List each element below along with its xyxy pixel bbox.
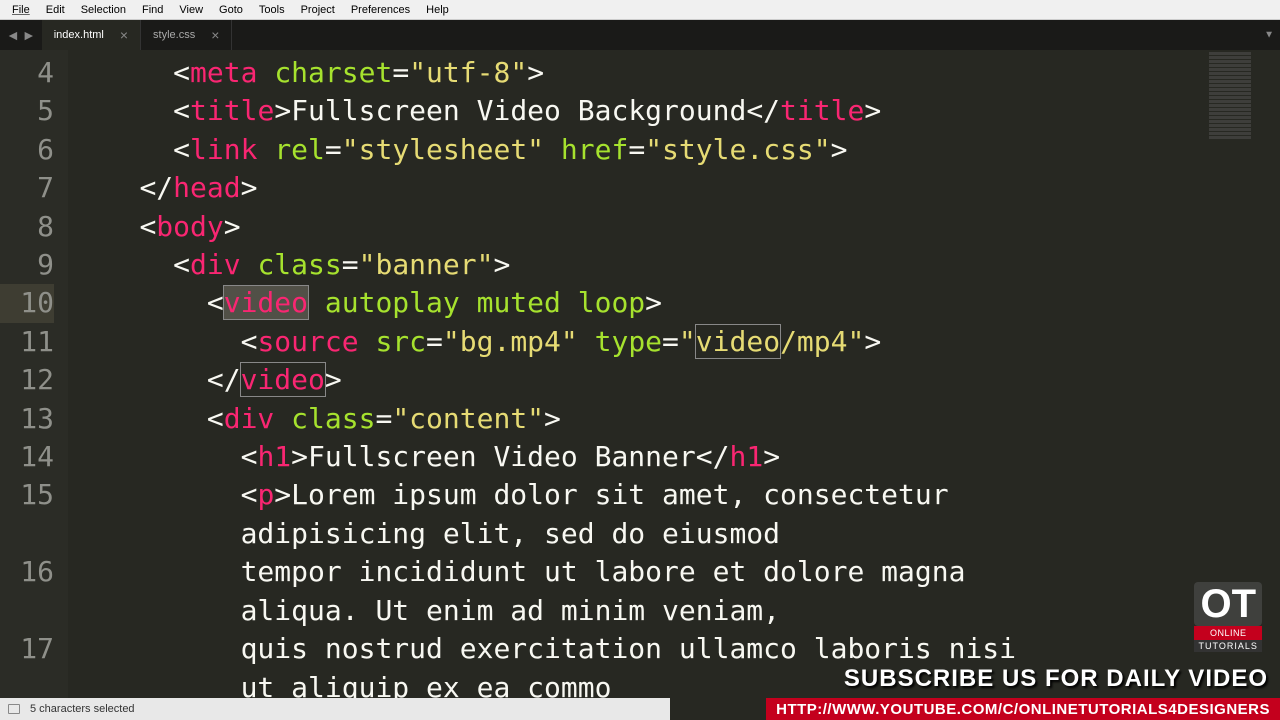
menu-project[interactable]: Project [293, 2, 343, 18]
line-number: 11 [0, 323, 54, 361]
menu-find[interactable]: Find [134, 2, 171, 18]
menu-preferences[interactable]: Preferences [343, 2, 418, 18]
line-number: 12 [0, 361, 54, 399]
code-line: tempor incididunt ut labore et dolore ma… [72, 553, 1280, 591]
line-number: 13 [0, 400, 54, 438]
code-line: <title>Fullscreen Video Background</titl… [72, 92, 1280, 130]
close-icon[interactable]: × [211, 27, 219, 43]
editor-area: 456789101112131415 16 17 <meta charset="ut… [0, 50, 1280, 700]
code-line: <h1>Fullscreen Video Banner</h1> [72, 438, 1280, 476]
tab-label: style.css [153, 29, 195, 41]
status-bar: 5 characters selected [0, 698, 670, 720]
code-content[interactable]: <meta charset="utf-8"> <title>Fullscreen… [68, 50, 1280, 700]
tab-nav-next-icon[interactable]: ► [22, 27, 36, 43]
tab-bar: ◄ ► index.html × style.css × ▼ [0, 20, 1280, 50]
line-number [0, 591, 54, 629]
menu-file[interactable]: File [4, 2, 38, 18]
subscribe-banner: SUBSCRIBE US FOR DAILY VIDEO [832, 660, 1280, 698]
line-number: 6 [0, 131, 54, 169]
line-number: 16 [0, 553, 54, 591]
line-number: 14 [0, 438, 54, 476]
status-selection-text: 5 characters selected [30, 703, 135, 715]
line-number: 9 [0, 246, 54, 284]
line-number: 7 [0, 169, 54, 207]
status-icon[interactable] [8, 704, 20, 714]
menu-view[interactable]: View [171, 2, 211, 18]
code-line: <div class="banner"> [72, 246, 1280, 284]
code-line: <source src="bg.mp4" type="video/mp4"> [72, 323, 1280, 361]
code-line: <video autoplay muted loop> [72, 284, 1280, 322]
menu-edit[interactable]: Edit [38, 2, 73, 18]
tab-label: index.html [54, 29, 104, 41]
tab-nav-prev-icon[interactable]: ◄ [6, 27, 20, 43]
line-number-gutter: 456789101112131415 16 17 [0, 50, 68, 700]
logo-subtext-1: ONLINE [1194, 626, 1262, 640]
tab-dropdown-icon[interactable]: ▼ [1264, 30, 1274, 41]
url-banner: HTTP://WWW.YOUTUBE.COM/C/ONLINETUTORIALS… [766, 698, 1280, 720]
code-line: <div class="content"> [72, 400, 1280, 438]
menu-selection[interactable]: Selection [73, 2, 134, 18]
line-number: 8 [0, 208, 54, 246]
channel-logo: OT ONLINE TUTORIALS [1194, 582, 1262, 652]
menu-tools[interactable]: Tools [251, 2, 293, 18]
line-number [0, 515, 54, 553]
logo-text: OT [1194, 582, 1262, 626]
code-line: <link rel="stylesheet" href="style.css"> [72, 131, 1280, 169]
menu-goto[interactable]: Goto [211, 2, 251, 18]
tab-style-css[interactable]: style.css × [141, 20, 232, 50]
tab-index-html[interactable]: index.html × [42, 20, 141, 50]
line-number: 10 [0, 284, 54, 322]
minimap[interactable] [1202, 52, 1272, 162]
line-number: 17 [0, 630, 54, 668]
code-line: <body> [72, 208, 1280, 246]
code-line: </video> [72, 361, 1280, 399]
selected-text: video [224, 286, 308, 319]
code-line: <p>Lorem ipsum dolor sit amet, consectet… [72, 476, 1280, 514]
menu-help[interactable]: Help [418, 2, 457, 18]
menu-bar: File Edit Selection Find View Goto Tools… [0, 0, 1280, 20]
code-line: <meta charset="utf-8"> [72, 54, 1280, 92]
logo-subtext-2: TUTORIALS [1194, 640, 1262, 652]
code-line: adipisicing elit, sed do eiusmod [72, 515, 1280, 553]
line-number: 4 [0, 54, 54, 92]
code-line: aliqua. Ut enim ad minim veniam, [72, 592, 1280, 630]
line-number: 15 [0, 476, 54, 514]
code-line: </head> [72, 169, 1280, 207]
line-number: 5 [0, 92, 54, 130]
tab-nav-arrows: ◄ ► [0, 20, 42, 50]
close-icon[interactable]: × [120, 27, 128, 43]
